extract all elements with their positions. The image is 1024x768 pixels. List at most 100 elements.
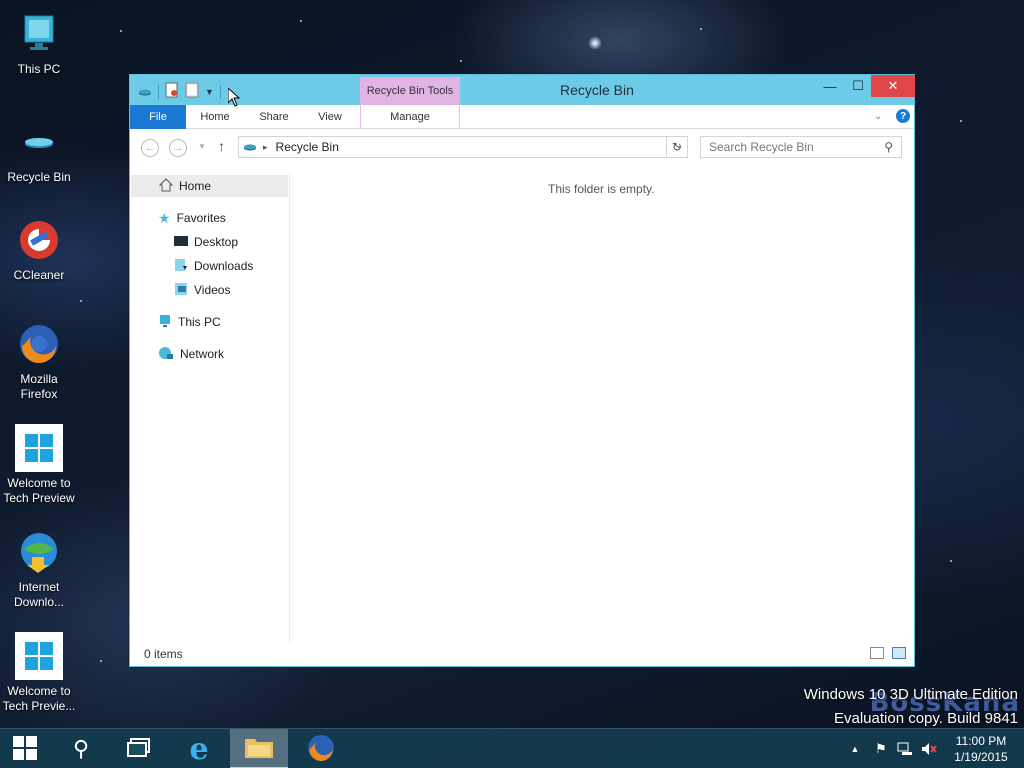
ribbon-expand-icon[interactable]: ⌄ bbox=[874, 111, 882, 122]
chevron-right-icon[interactable]: ▸ bbox=[263, 142, 268, 153]
star bbox=[950, 560, 952, 562]
window-title: Recycle Bin bbox=[560, 82, 634, 98]
nav-label: Videos bbox=[194, 283, 231, 297]
desktop-icon-welcome-1[interactable]: Welcome to Tech Preview bbox=[0, 424, 78, 506]
edition-text: Windows 10 3D Ultimate Edition bbox=[803, 686, 1018, 703]
item-count: 0 items bbox=[144, 647, 183, 661]
desktop-icon-this-pc[interactable]: This PC bbox=[0, 10, 78, 77]
windows-logo-icon bbox=[12, 735, 38, 764]
idm-icon bbox=[15, 528, 63, 576]
home-icon bbox=[158, 177, 174, 195]
up-button[interactable]: ↑ bbox=[218, 138, 225, 154]
desktop-icon-label: Welcome to Tech Previe... bbox=[2, 684, 76, 713]
desktop-icon-welcome-2[interactable]: Welcome to Tech Previe... bbox=[0, 632, 78, 714]
network-tray-icon[interactable] bbox=[896, 729, 914, 768]
desktop-icon-label: Recycle Bin bbox=[7, 170, 71, 184]
ccleaner-icon bbox=[15, 216, 63, 264]
desktop-icon-firefox[interactable]: Mozilla Firefox bbox=[0, 320, 78, 402]
nav-item-this-pc[interactable]: This PC bbox=[158, 311, 221, 333]
desktop-icon-label: CCleaner bbox=[13, 268, 65, 282]
star bbox=[960, 120, 962, 122]
status-bar: 0 items bbox=[130, 642, 914, 666]
recycle-bin-icon bbox=[15, 118, 63, 166]
properties-icon[interactable] bbox=[165, 82, 179, 101]
nav-item-videos[interactable]: Videos bbox=[174, 279, 230, 301]
search-input[interactable]: Search Recycle Bin ⚲ bbox=[700, 136, 902, 158]
volume-muted-icon[interactable] bbox=[920, 729, 938, 768]
details-view-icon[interactable] bbox=[870, 647, 884, 659]
task-view-button[interactable] bbox=[110, 729, 168, 768]
minimize-button[interactable]: — bbox=[816, 75, 844, 97]
start-button[interactable] bbox=[0, 729, 50, 768]
recycle-bin-small-icon bbox=[243, 140, 257, 154]
new-folder-icon[interactable] bbox=[185, 82, 199, 101]
nav-item-favorites[interactable]: ★ Favorites bbox=[158, 207, 226, 229]
forward-button[interactable]: → bbox=[169, 139, 187, 157]
desktop-folder-icon bbox=[174, 235, 188, 250]
nav-item-downloads[interactable]: Downloads bbox=[174, 255, 253, 277]
taskbar: ⚲ e ▲ ⚑ 11:00 PM 1/19/2015 bbox=[0, 728, 1024, 768]
search-icon: ⚲ bbox=[884, 140, 893, 154]
search-button[interactable]: ⚲ bbox=[52, 729, 110, 768]
star bbox=[300, 20, 302, 22]
title-bar[interactable]: ▼ Recycle Bin Tools Recycle Bin — ☐ ✕ bbox=[130, 75, 915, 105]
clock[interactable]: 11:00 PM 1/19/2015 bbox=[946, 733, 1016, 765]
back-button[interactable]: ← bbox=[141, 139, 159, 157]
recent-locations-icon[interactable]: ▼ bbox=[198, 142, 206, 151]
toolbar-separator bbox=[158, 84, 159, 99]
nav-label: This PC bbox=[178, 315, 221, 329]
clock-time: 11:00 PM bbox=[955, 734, 1007, 748]
desktop-icon-label: Welcome to Tech Preview bbox=[3, 476, 75, 505]
search-placeholder: Search Recycle Bin bbox=[709, 140, 814, 154]
maximize-button[interactable]: ☐ bbox=[844, 75, 872, 97]
nav-label: Favorites bbox=[176, 211, 226, 225]
recycle-bin-small-icon bbox=[138, 85, 152, 99]
desktop-icon-label: Mozilla Firefox bbox=[20, 372, 58, 401]
close-button[interactable]: ✕ bbox=[871, 75, 915, 97]
large-icons-view-icon[interactable] bbox=[892, 647, 906, 659]
nav-item-home[interactable]: Home bbox=[131, 175, 288, 197]
desktop-icon-label: This PC bbox=[17, 62, 61, 76]
firefox-icon bbox=[306, 733, 336, 766]
folder-icon bbox=[244, 735, 274, 762]
clock-date: 1/19/2015 bbox=[954, 750, 1008, 764]
tab-file[interactable]: File bbox=[130, 105, 186, 129]
videos-folder-icon bbox=[174, 282, 188, 299]
bright-star bbox=[588, 36, 602, 50]
address-text: Recycle Bin bbox=[275, 140, 339, 154]
computer-icon bbox=[15, 10, 63, 58]
tab-share[interactable]: Share bbox=[252, 105, 296, 129]
desktop-icon-ccleaner[interactable]: CCleaner bbox=[0, 216, 78, 283]
customize-toolbar-icon[interactable]: ▼ bbox=[205, 87, 214, 97]
tab-manage[interactable]: Manage bbox=[360, 105, 460, 129]
contextual-tab-recycle-bin-tools[interactable]: Recycle Bin Tools bbox=[360, 77, 460, 105]
action-center-flag-icon[interactable]: ⚑ bbox=[872, 729, 890, 768]
computer-icon bbox=[158, 314, 172, 331]
firefox-taskbar-button[interactable] bbox=[292, 729, 350, 768]
nav-item-network[interactable]: Network bbox=[158, 343, 224, 365]
internet-explorer-button[interactable]: e bbox=[170, 729, 228, 768]
internet-explorer-icon: e bbox=[189, 731, 209, 767]
address-row: ← → ▼ ↑ ▸ Recycle Bin ⌄ ↻ Search Recycle… bbox=[130, 130, 914, 166]
address-bar[interactable]: ▸ Recycle Bin ⌄ bbox=[238, 136, 688, 158]
nav-label: Desktop bbox=[194, 235, 239, 249]
star bbox=[100, 660, 102, 662]
refresh-button[interactable]: ↻ bbox=[666, 136, 688, 158]
explorer-window: ▼ Recycle Bin Tools Recycle Bin — ☐ ✕ Fi… bbox=[129, 74, 915, 667]
nav-label: Home bbox=[179, 179, 212, 193]
file-explorer-button[interactable] bbox=[230, 729, 288, 768]
desktop-icon-recycle-bin[interactable]: Recycle Bin bbox=[0, 118, 78, 185]
empty-folder-message: This folder is empty. bbox=[548, 182, 655, 196]
mouse-cursor bbox=[227, 86, 241, 110]
desktop-icon-internet-download-manager[interactable]: Internet Downlo... bbox=[0, 528, 78, 610]
search-icon: ⚲ bbox=[72, 736, 90, 761]
help-icon[interactable]: ? bbox=[896, 109, 910, 123]
tab-view[interactable]: View bbox=[308, 105, 352, 129]
quick-access-toolbar: ▼ bbox=[138, 82, 221, 101]
show-hidden-icons-button[interactable]: ▲ bbox=[848, 729, 862, 768]
star bbox=[80, 300, 82, 302]
task-view-icon bbox=[127, 737, 151, 761]
nav-item-desktop[interactable]: Desktop bbox=[174, 231, 238, 253]
firefox-icon bbox=[15, 320, 63, 368]
star bbox=[460, 60, 462, 62]
